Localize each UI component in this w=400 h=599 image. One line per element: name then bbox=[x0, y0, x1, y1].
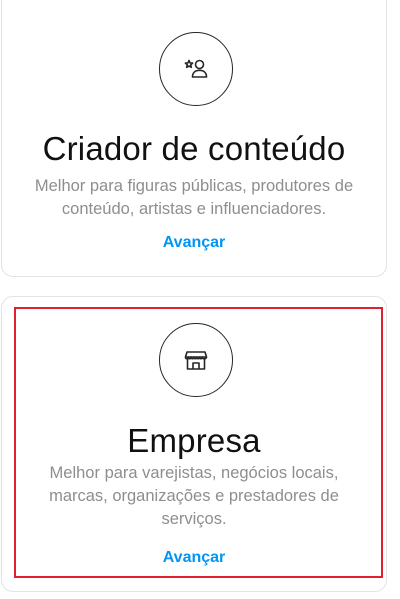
creator-star-person-icon bbox=[184, 59, 208, 78]
description-line: marcas, organizações e prestadores de bbox=[49, 487, 339, 505]
description-line: serviços. bbox=[161, 510, 227, 528]
business-icon-circle bbox=[159, 323, 233, 397]
card-title: Criador de conteúdo bbox=[42, 130, 346, 167]
card-title: Empresa bbox=[127, 422, 261, 459]
creator-account-card[interactable]: Criador de conteúdo Melhor para figuras … bbox=[1, 0, 387, 277]
business-account-card[interactable]: Empresa Melhor para varejistas, negócios… bbox=[1, 296, 387, 592]
card-description: Melhor para figuras públicas, produtores… bbox=[2, 175, 386, 221]
advance-button[interactable]: Avançar bbox=[2, 549, 386, 567]
description-line: Melhor para varejistas, negócios locais, bbox=[49, 464, 339, 482]
advance-button[interactable]: Avançar bbox=[2, 234, 386, 252]
creator-icon-circle bbox=[159, 32, 233, 106]
description-line: Melhor para figuras públicas, produtores… bbox=[34, 177, 354, 195]
description-line: conteúdo, artistas e influenciadores. bbox=[61, 200, 327, 218]
card-description: Melhor para varejistas, negócios locais,… bbox=[2, 462, 386, 531]
storefront-icon bbox=[184, 351, 208, 370]
